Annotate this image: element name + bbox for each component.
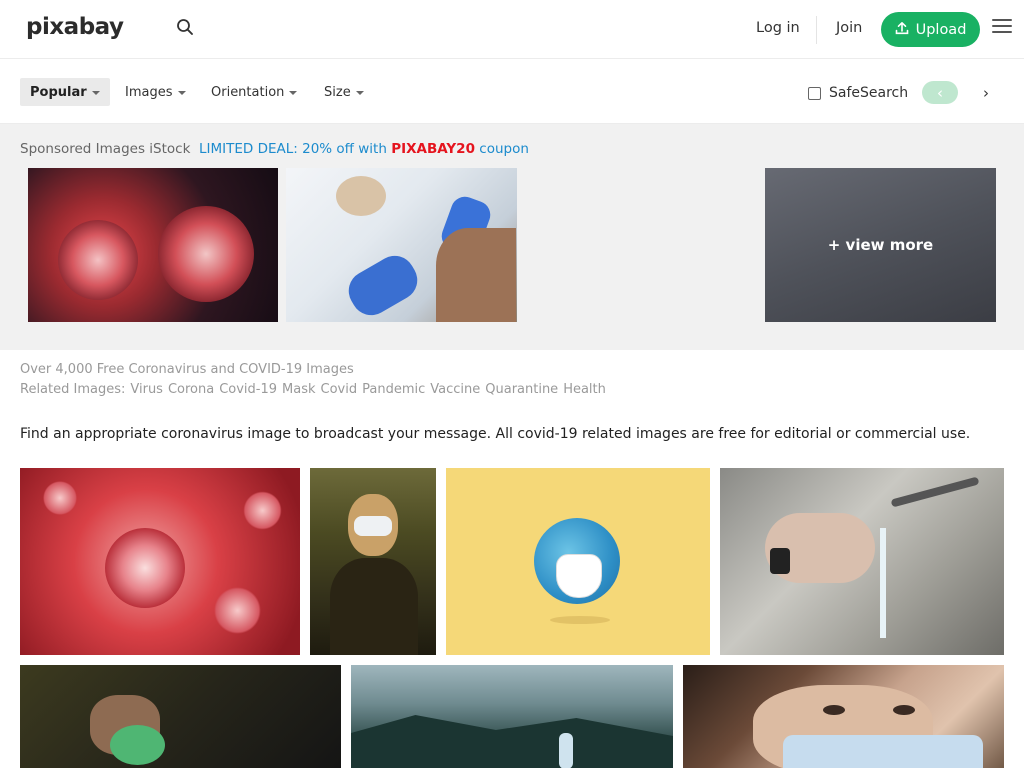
- safesearch-checkbox[interactable]: [808, 86, 821, 100]
- related-tag-vaccine[interactable]: Vaccine: [430, 382, 480, 397]
- filter-popular[interactable]: Popular: [20, 78, 110, 106]
- hamburger-menu-icon[interactable]: [992, 19, 1012, 35]
- sponsored-image-virus[interactable]: [28, 168, 278, 322]
- related-tag-mask[interactable]: Mask: [282, 382, 315, 397]
- image-tile-virus[interactable]: [20, 468, 300, 655]
- caret-down-icon: [91, 90, 100, 95]
- nav-divider: [816, 16, 817, 44]
- related-tag-pandemic[interactable]: Pandemic: [362, 382, 425, 397]
- sponsored-image-vaccination[interactable]: [286, 168, 517, 322]
- filter-orientation[interactable]: Orientation: [201, 78, 307, 106]
- related-tag-quarantine[interactable]: Quarantine: [485, 382, 558, 397]
- page-description: Find an appropriate coronavirus image to…: [20, 426, 971, 442]
- safesearch-label: SafeSearch: [829, 85, 909, 101]
- search-icon[interactable]: [176, 18, 198, 40]
- sponsored-line: Sponsored Images iStock LIMITED DEAL: 20…: [20, 141, 529, 157]
- filter-orientation-label: Orientation: [211, 84, 285, 100]
- view-more-button[interactable]: + view more: [765, 168, 996, 322]
- related-label: Related Images:: [20, 382, 126, 397]
- prev-page-button[interactable]: ‹: [922, 81, 958, 104]
- caret-down-icon: [289, 90, 298, 95]
- safesearch-toggle[interactable]: SafeSearch: [808, 85, 908, 101]
- upload-label: Upload: [915, 21, 967, 38]
- results-count: Over 4,000 Free Coronavirus and COVID-19…: [20, 362, 354, 377]
- deal-prefix: LIMITED DEAL: 20% off with: [198, 141, 387, 157]
- upload-button[interactable]: Upload: [881, 12, 980, 47]
- image-tile-handwashing[interactable]: [720, 468, 1004, 655]
- image-tile-woman-mask[interactable]: [683, 665, 1004, 768]
- deal-suffix: coupon: [479, 141, 529, 157]
- coupon-code: PIXABAY20: [391, 141, 475, 157]
- related-images: Related Images: Virus Corona Covid-19 Ma…: [20, 382, 606, 397]
- caret-down-icon: [177, 90, 186, 95]
- site-header: pixabay Log in Join Upload: [0, 0, 1024, 59]
- related-tag-health[interactable]: Health: [563, 382, 606, 397]
- filter-bar: Popular Images Orientation Size SafeSear…: [0, 59, 1024, 124]
- sponsored-section: Sponsored Images iStock LIMITED DEAL: 20…: [0, 124, 1024, 350]
- deal-link[interactable]: LIMITED DEAL: 20% off with PIXABAY20 cou…: [199, 141, 529, 157]
- image-tile-hazmat-forest[interactable]: [351, 665, 673, 768]
- filter-images-label: Images: [125, 84, 173, 100]
- image-tile-mona-lisa-mask[interactable]: [310, 468, 436, 655]
- login-link[interactable]: Log in: [756, 20, 800, 36]
- next-page-button[interactable]: ›: [966, 81, 1006, 104]
- related-tag-virus[interactable]: Virus: [130, 382, 163, 397]
- pixabay-logo[interactable]: pixabay: [26, 14, 124, 40]
- image-tile-gas-mask[interactable]: [20, 665, 341, 768]
- upload-icon: [895, 21, 909, 39]
- filter-images[interactable]: Images: [115, 78, 196, 106]
- caret-down-icon: [355, 90, 364, 95]
- image-tile-earth-mask[interactable]: [446, 468, 710, 655]
- related-tag-covid[interactable]: Covid: [321, 382, 358, 397]
- related-tag-covid-19[interactable]: Covid-19: [219, 382, 277, 397]
- filter-popular-label: Popular: [30, 84, 87, 100]
- filter-size[interactable]: Size: [314, 78, 374, 106]
- related-tag-corona[interactable]: Corona: [168, 382, 214, 397]
- filter-size-label: Size: [324, 84, 351, 100]
- sponsored-label: Sponsored Images iStock: [20, 141, 191, 157]
- join-link[interactable]: Join: [836, 20, 862, 36]
- view-more-label: + view more: [827, 236, 934, 254]
